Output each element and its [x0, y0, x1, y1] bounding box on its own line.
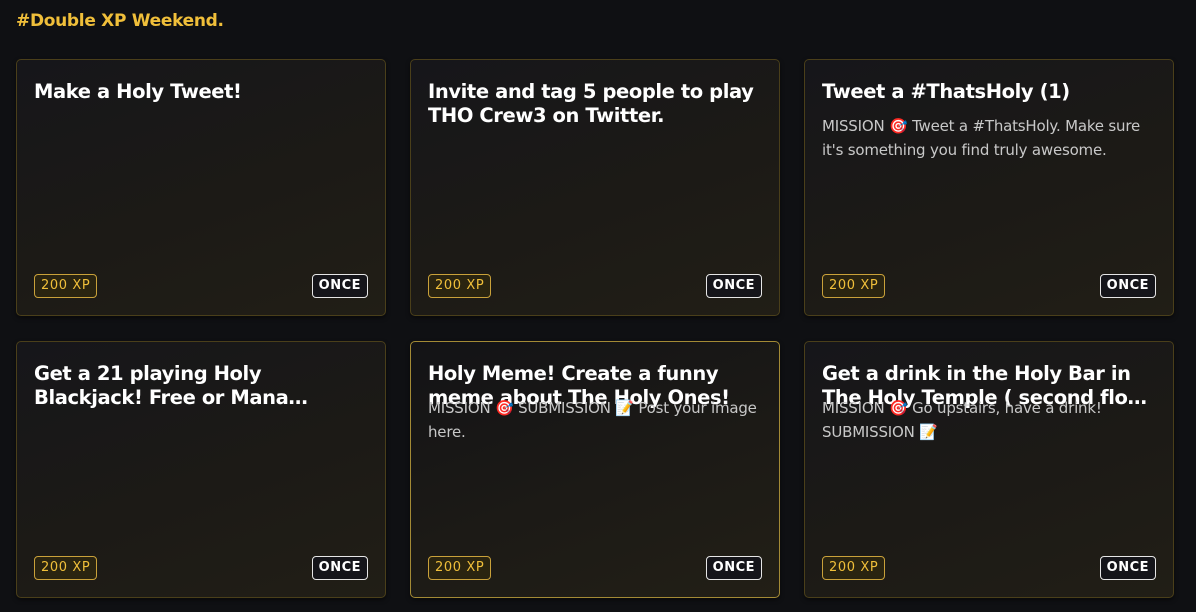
quest-card[interactable]: Get a 21 playing Holy Blackjack! Free or…	[16, 341, 386, 598]
xp-badge: 200 XP	[822, 556, 886, 580]
frequency-badge: ONCE	[311, 274, 368, 298]
frequency-badge: ONCE	[705, 274, 762, 298]
frequency-badge: ONCE	[1099, 274, 1156, 298]
section-title: #Double XP Weekend.	[16, 11, 224, 31]
quest-title: Make a Holy Tweet!	[34, 80, 242, 103]
frequency-badge: ONCE	[705, 556, 762, 580]
quest-description: MISSION 🎯 Tweet a #ThatsHoly. Make sure …	[822, 117, 1140, 159]
quest-card[interactable]: Tweet a #ThatsHoly (1) MISSION 🎯 Tweet a…	[804, 59, 1174, 316]
xp-badge: 200 XP	[428, 556, 492, 580]
xp-badge: 200 XP	[428, 274, 492, 298]
xp-badge: 200 XP	[822, 274, 886, 298]
xp-badge: 200 XP	[34, 556, 98, 580]
frequency-badge: ONCE	[311, 556, 368, 580]
quest-title: Invite and tag 5 people to play THO Crew…	[428, 80, 754, 127]
quest-description: MISSION 🎯 Go upstairs, have a drink! SUB…	[822, 399, 1102, 441]
quest-card[interactable]: Invite and tag 5 people to play THO Crew…	[410, 59, 780, 316]
quest-card[interactable]: Get a drink in the Holy Bar in The Holy …	[804, 341, 1174, 598]
quest-card[interactable]: Holy Meme! Create a funny meme about The…	[410, 341, 780, 598]
quest-title: Get a 21 playing Holy Blackjack! Free or…	[34, 362, 289, 409]
quest-title: Tweet a #ThatsHoly (1)	[822, 80, 1070, 103]
quest-description: MISSION 🎯 SUBMISSION 📝 Post your image h…	[428, 399, 757, 441]
xp-badge: 200 XP	[34, 274, 98, 298]
quest-card[interactable]: Make a Holy Tweet! 200 XP ONCE	[16, 59, 386, 316]
frequency-badge: ONCE	[1099, 556, 1156, 580]
